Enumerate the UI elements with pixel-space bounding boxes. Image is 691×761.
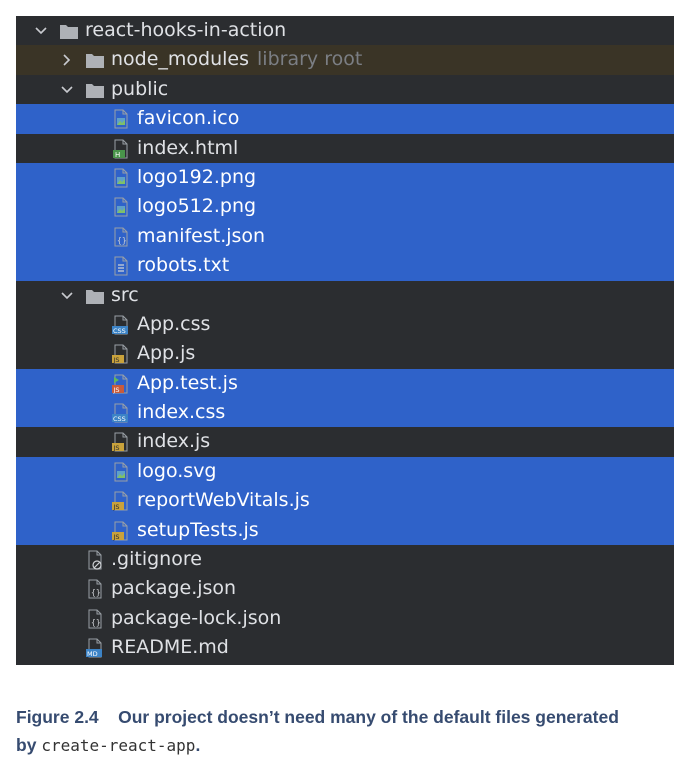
- tree-item-label: index.js: [137, 430, 211, 453]
- svg-text:{}: {}: [91, 588, 101, 597]
- figure-title-by: by: [16, 735, 37, 755]
- svg-text:JS: JS: [113, 386, 120, 394]
- folder-icon: [85, 80, 105, 100]
- js-icon: JS: [111, 491, 131, 511]
- image-icon: [111, 109, 131, 129]
- folder-icon: [85, 286, 105, 306]
- svg-text:CSS: CSS: [113, 415, 126, 423]
- tree-item-label: logo512.png: [137, 195, 257, 218]
- tree-item-label: App.test.js: [137, 371, 238, 394]
- image-icon: [111, 462, 131, 482]
- tree-item-label: public: [111, 77, 169, 100]
- json-icon: {}: [85, 579, 105, 599]
- tree-folder-row[interactable]: react-hooks-in-action: [16, 16, 674, 45]
- tree-item-label: .gitignore: [111, 548, 202, 571]
- tree-item-label: App.css: [137, 312, 211, 335]
- tree-file-row[interactable]: .gitignore: [16, 545, 674, 574]
- svg-text:JS: JS: [113, 356, 120, 364]
- tree-item-label: manifest.json: [137, 224, 266, 247]
- figure-caption: Figure 2.4 Our project doesn’t need many…: [16, 703, 681, 760]
- css-icon: CSS: [111, 315, 131, 335]
- tree-item-label: favicon.ico: [137, 107, 240, 130]
- tree-folder-row[interactable]: node_modules library root: [16, 45, 674, 75]
- tree-item-label: node_modules library root: [111, 48, 363, 71]
- tree-item-label: index.html: [137, 136, 239, 159]
- svg-text:{}: {}: [91, 618, 101, 627]
- svg-text:CSS: CSS: [113, 327, 126, 335]
- folder-icon: [85, 50, 105, 70]
- tree-file-row[interactable]: JS App.js: [16, 339, 674, 368]
- tree-file-row[interactable]: favicon.ico: [16, 104, 674, 134]
- figure-code: create-react-app: [41, 736, 196, 755]
- library-root-hint: library root: [257, 48, 363, 71]
- chevron-down-icon[interactable]: [59, 281, 75, 310]
- chevron-right-icon[interactable]: [59, 45, 75, 74]
- tree-item-label: index.css: [137, 401, 226, 424]
- svg-text:JS: JS: [113, 444, 120, 452]
- tree-file-row[interactable]: logo.svg: [16, 456, 674, 487]
- text-icon: [111, 256, 131, 276]
- css-icon: CSS: [111, 403, 131, 423]
- tree-file-row[interactable]: {} manifest.json: [16, 221, 674, 252]
- tree-file-row[interactable]: CSS index.css: [16, 398, 674, 428]
- svg-text:JS: JS: [113, 503, 120, 511]
- tree-item-label: robots.txt: [137, 254, 230, 277]
- svg-text:{}: {}: [117, 236, 127, 245]
- image-icon: [111, 197, 131, 217]
- image-icon: [111, 168, 131, 188]
- html-icon: H: [111, 139, 131, 159]
- tree-folder-row[interactable]: public: [16, 75, 674, 104]
- tree-item-label: react-hooks-in-action: [85, 19, 287, 41]
- tree-file-row[interactable]: Hindex.html: [16, 134, 674, 163]
- figure-title-end: .: [195, 735, 201, 755]
- tree-file-row[interactable]: logo192.png: [16, 162, 674, 193]
- svg-text:H: H: [115, 151, 120, 159]
- tree-file-row[interactable]: CSS App.css: [16, 310, 674, 339]
- json-icon: {}: [111, 227, 131, 247]
- tree-file-row[interactable]: {} package.json: [16, 574, 674, 603]
- js-icon: JS: [111, 344, 131, 364]
- folder-icon: [59, 21, 79, 41]
- svg-text:MD: MD: [87, 650, 98, 658]
- chevron-down-icon[interactable]: [33, 16, 49, 45]
- tree-item-label: setupTests.js: [137, 518, 259, 541]
- test-js-icon: JS: [111, 374, 131, 394]
- tree-item-label: reportWebVitals.js: [137, 489, 310, 512]
- tree-item-label: README.md: [111, 636, 229, 659]
- md-icon: MD: [85, 638, 105, 658]
- chevron-down-icon[interactable]: [59, 75, 75, 104]
- js-icon: JS: [111, 521, 131, 541]
- svg-text:JS: JS: [113, 533, 120, 541]
- figure-number: Figure 2.4: [16, 707, 99, 727]
- project-tree: react-hooks-in-action node_modules library…: [16, 16, 674, 665]
- tree-item-label: logo.svg: [137, 459, 217, 482]
- tree-file-row[interactable]: JS index.js: [16, 427, 674, 456]
- tree-folder-row[interactable]: src: [16, 281, 674, 310]
- tree-file-row[interactable]: JS App.test.js: [16, 368, 674, 399]
- tree-file-row[interactable]: logo512.png: [16, 192, 674, 222]
- tree-item-label: logo192.png: [137, 165, 257, 188]
- json-icon: {}: [85, 609, 105, 629]
- js-icon: JS: [111, 432, 131, 452]
- tree-file-row[interactable]: MD README.md: [16, 633, 674, 662]
- tree-file-row[interactable]: robots.txt: [16, 251, 674, 281]
- tree-file-row[interactable]: {} package-lock.json: [16, 604, 674, 633]
- figure-title: Our project doesn’t need many of the def…: [118, 707, 619, 727]
- tree-item-label: package-lock.json: [111, 606, 282, 629]
- tree-item-label: App.js: [137, 342, 196, 365]
- tree-item-label: package.json: [111, 577, 237, 600]
- ignore-icon: [85, 550, 105, 570]
- tree-file-row[interactable]: JS reportWebVitals.js: [16, 486, 674, 516]
- tree-item-label: src: [111, 283, 139, 306]
- tree-file-row[interactable]: JS setupTests.js: [16, 515, 674, 546]
